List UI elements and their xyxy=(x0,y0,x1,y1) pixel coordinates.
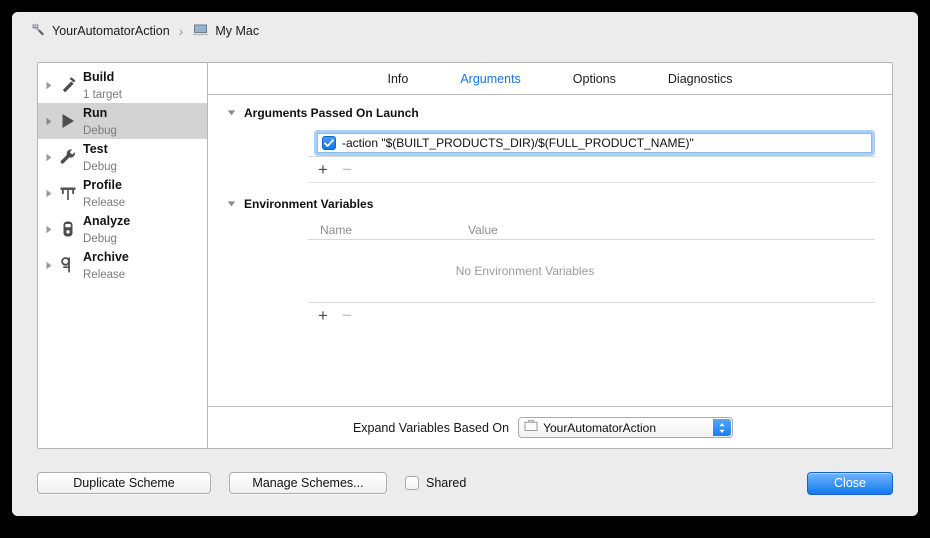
hammer-icon xyxy=(55,75,81,95)
sidebar-item-sub: Debug xyxy=(83,161,117,173)
sidebar-item-name: Analyze xyxy=(83,213,131,228)
tab-arguments[interactable]: Arguments xyxy=(460,72,520,86)
disclosure-triangle-icon[interactable] xyxy=(43,189,55,198)
sidebar-item-text: Archive Release xyxy=(81,248,129,283)
argument-enabled-checkbox[interactable] xyxy=(322,136,336,150)
tab-bar: Info Arguments Options Diagnostics xyxy=(208,63,892,95)
archive-icon xyxy=(55,255,81,275)
close-button[interactable]: Close xyxy=(807,471,893,495)
sidebar-item-run[interactable]: Run Debug xyxy=(38,103,207,139)
tab-diagnostics[interactable]: Diagnostics xyxy=(668,72,733,86)
sidebar-item-text: Analyze Debug xyxy=(81,212,130,247)
sidebar-item-name: Run xyxy=(83,105,108,120)
popup-stepper-arrows-icon[interactable] xyxy=(713,419,732,436)
environment-add-remove-controls: + − xyxy=(308,303,892,328)
expand-variables-row: Expand Variables Based On YourAutomatorA… xyxy=(208,406,892,448)
breadcrumb-destination-name[interactable]: My Mac xyxy=(215,24,259,38)
gauge-icon xyxy=(55,183,81,203)
sidebar-item-text: Build 1 target xyxy=(81,68,122,103)
sidebar-item-sub: Debug xyxy=(83,233,117,245)
duplicate-scheme-button[interactable]: Duplicate Scheme xyxy=(37,472,211,494)
expand-variables-label: Expand Variables Based On xyxy=(352,420,510,435)
sidebar-item-archive[interactable]: Archive Release xyxy=(38,247,207,283)
sidebar-item-name: Build xyxy=(83,69,115,84)
disclosure-triangle-icon[interactable] xyxy=(43,81,55,90)
sidebar-item-text: Test Debug xyxy=(81,140,117,175)
manage-schemes-button[interactable]: Manage Schemes... xyxy=(229,472,387,494)
argument-field-focus-ring: -action "$(BUILT_PRODUCTS_DIR)/$(FULL_PR… xyxy=(314,130,875,156)
sidebar-item-sub: Release xyxy=(83,197,126,209)
column-header-value: Value xyxy=(468,223,498,237)
sidebar-item-sub: 1 target xyxy=(83,89,122,101)
scheme-editor-window: YourAutomatorAction › My Mac Build 1 tar… xyxy=(12,12,918,516)
arguments-table: -action "$(BUILT_PRODUCTS_DIR)/$(FULL_PR… xyxy=(308,129,875,156)
sidebar-item-sub: Release xyxy=(83,269,126,281)
laptop-icon xyxy=(192,23,209,40)
shared-checkbox[interactable] xyxy=(405,476,419,490)
target-folder-icon xyxy=(524,419,538,437)
disclosure-triangle-icon[interactable] xyxy=(43,225,55,234)
add-environment-variable-button[interactable]: + xyxy=(318,307,328,324)
argument-value[interactable]: -action "$(BUILT_PRODUCTS_DIR)/$(FULL_PR… xyxy=(342,136,698,150)
disclosure-triangle-icon[interactable] xyxy=(43,117,55,126)
automator-scheme-icon xyxy=(30,22,46,41)
sidebar-item-build[interactable]: Build 1 target xyxy=(38,67,207,103)
breadcrumb-scheme-name[interactable]: YourAutomatorAction xyxy=(52,24,170,38)
column-header-name: Name xyxy=(320,223,353,237)
expand-variables-popup-button[interactable]: YourAutomatorAction xyxy=(518,417,734,438)
shared-label: Shared xyxy=(426,476,467,490)
remove-environment-variable-button[interactable]: − xyxy=(342,307,352,324)
expand-variables-value: YourAutomatorAction xyxy=(543,420,657,435)
sidebar-item-test[interactable]: Test Debug xyxy=(38,139,207,175)
sidebar-item-analyze[interactable]: Analyze Debug xyxy=(38,211,207,247)
detail-pane: Info Arguments Options Diagnostics Argum… xyxy=(208,63,892,448)
sidebar-item-text: Profile Release xyxy=(81,176,125,211)
detail-scroll-area: Arguments Passed On Launch -action "$(BU… xyxy=(208,95,892,406)
disclosure-triangle-down-icon[interactable] xyxy=(225,109,237,117)
wrench-icon xyxy=(55,147,81,167)
environment-empty-message: No Environment Variables xyxy=(455,264,595,278)
remove-argument-button[interactable]: − xyxy=(342,161,352,178)
breadcrumb: YourAutomatorAction › My Mac xyxy=(30,22,259,41)
sidebar-item-name: Profile xyxy=(83,177,122,192)
environment-variables-table: Name Value xyxy=(308,219,875,239)
sidebar-item-name: Archive xyxy=(83,249,129,264)
titlebar: YourAutomatorAction › My Mac xyxy=(12,12,918,50)
arguments-section-title: Arguments Passed On Launch xyxy=(244,106,419,120)
add-argument-button[interactable]: + xyxy=(318,161,328,178)
window-footer: Duplicate Scheme Manage Schemes... Share… xyxy=(12,450,918,516)
table-row[interactable]: -action "$(BUILT_PRODUCTS_DIR)/$(FULL_PR… xyxy=(308,130,875,156)
breadcrumb-separator: › xyxy=(178,23,184,39)
disclosure-triangle-icon[interactable] xyxy=(43,261,55,270)
scheme-actions-sidebar: Build 1 target Run Debug Test Debug Prof… xyxy=(38,63,208,448)
arguments-section-header[interactable]: Arguments Passed On Launch xyxy=(208,95,892,120)
scheme-editor-body: Build 1 target Run Debug Test Debug Prof… xyxy=(37,62,893,449)
sidebar-item-text: Run Debug xyxy=(81,104,117,139)
sidebar-item-profile[interactable]: Profile Release xyxy=(38,175,207,211)
environment-section-title: Environment Variables xyxy=(244,197,374,211)
argument-field[interactable]: -action "$(BUILT_PRODUCTS_DIR)/$(FULL_PR… xyxy=(317,133,872,153)
tab-info[interactable]: Info xyxy=(387,72,408,86)
tab-options[interactable]: Options xyxy=(573,72,616,86)
analyze-icon xyxy=(55,219,81,239)
environment-section-header[interactable]: Environment Variables xyxy=(208,183,892,211)
arguments-add-remove-controls: + − xyxy=(308,157,892,182)
sidebar-item-name: Test xyxy=(83,141,108,156)
disclosure-triangle-icon[interactable] xyxy=(43,153,55,162)
environment-table-header: Name Value xyxy=(308,219,875,239)
disclosure-triangle-down-icon[interactable] xyxy=(225,200,237,208)
sidebar-item-sub: Debug xyxy=(83,125,117,137)
shared-checkbox-group[interactable]: Shared xyxy=(405,476,466,490)
play-icon xyxy=(55,111,81,131)
